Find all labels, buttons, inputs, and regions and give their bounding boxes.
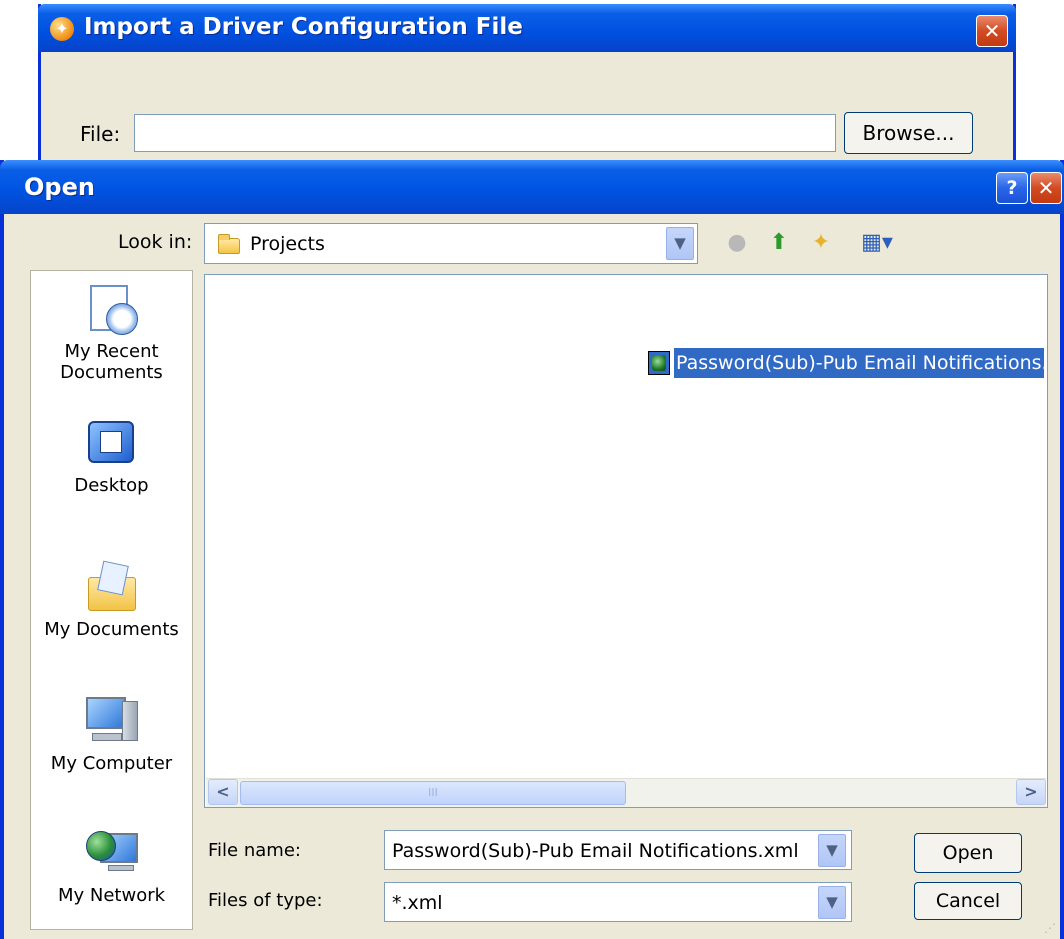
import-dialog-title: Import a Driver Configuration File xyxy=(84,14,523,40)
folder-icon xyxy=(218,234,240,254)
view-menu-icon[interactable]: ▦▾ xyxy=(854,228,900,258)
help-button[interactable]: ? xyxy=(996,172,1028,204)
places-bar: My Recent Documents Desktop My Documents… xyxy=(30,270,193,930)
close-icon: ✕ xyxy=(1037,176,1055,200)
cancel-button[interactable]: Cancel xyxy=(914,882,1022,920)
help-icon: ? xyxy=(1006,177,1018,199)
look-in-label: Look in: xyxy=(118,231,193,253)
place-label: My Recent xyxy=(64,341,159,362)
up-folder-icon[interactable]: ⬆ xyxy=(764,228,794,258)
my-computer-icon xyxy=(84,695,140,747)
look-in-value: Projects xyxy=(250,233,325,255)
grip-icon: III xyxy=(428,786,438,799)
place-label: My Network xyxy=(57,885,166,906)
back-icon[interactable]: ● xyxy=(722,228,752,258)
chevron-down-icon[interactable]: ▼ xyxy=(818,834,846,867)
scroll-left-button[interactable]: < xyxy=(208,779,238,805)
place-my-documents[interactable]: My Documents xyxy=(31,560,192,640)
chevron-down-icon[interactable]: ▼ xyxy=(818,886,846,919)
files-of-type-combo[interactable] xyxy=(384,882,852,922)
files-of-type-label: Files of type: xyxy=(208,890,323,911)
app-icon: ✦ xyxy=(50,17,74,41)
file-label: File: xyxy=(80,122,121,146)
place-my-computer[interactable]: My Computer xyxy=(31,695,192,774)
place-label: My Documents xyxy=(44,619,179,640)
my-documents-icon xyxy=(84,560,140,613)
file-name: Password(Sub)-Pub Email Notifications.xm… xyxy=(674,348,1044,378)
resize-grip-icon[interactable]: ⋰ xyxy=(1044,921,1058,935)
place-desktop[interactable]: Desktop xyxy=(31,417,192,496)
scrollbar-thumb[interactable]: III xyxy=(240,781,626,805)
place-label: Desktop xyxy=(74,475,149,496)
open-button[interactable]: Open xyxy=(914,833,1022,873)
file-path-input[interactable] xyxy=(134,114,836,152)
browse-button[interactable]: Browse... xyxy=(844,112,973,154)
place-label: Documents xyxy=(60,362,163,383)
scroll-right-button[interactable]: > xyxy=(1016,779,1046,805)
my-network-icon xyxy=(84,827,140,879)
file-item[interactable]: Password(Sub)-Pub Email Notifications.xm… xyxy=(644,348,1044,378)
desktop-icon xyxy=(84,417,140,469)
file-name-value: Password(Sub)-Pub Email Notifications.xm… xyxy=(392,840,799,862)
open-dialog-titlebar[interactable] xyxy=(0,160,1064,214)
xml-file-icon xyxy=(648,351,670,375)
files-of-type-value: *.xml xyxy=(392,892,443,914)
import-dialog-close-button[interactable]: ✕ xyxy=(976,15,1008,47)
place-my-recent-documents[interactable]: My Recent Documents xyxy=(31,283,192,383)
recent-documents-icon xyxy=(84,283,140,335)
chevron-down-icon[interactable]: ▼ xyxy=(666,227,694,260)
close-icon: ✕ xyxy=(983,19,1001,43)
open-dialog-title: Open xyxy=(24,173,95,201)
open-dialog-close-button[interactable]: ✕ xyxy=(1030,172,1062,204)
place-label: My Computer xyxy=(50,753,173,774)
new-folder-icon[interactable]: ✦ xyxy=(806,228,836,258)
chevron-right-icon: > xyxy=(1024,782,1038,801)
chevron-left-icon: < xyxy=(216,782,230,801)
place-my-network[interactable]: My Network xyxy=(31,827,192,906)
file-name-label: File name: xyxy=(208,840,301,861)
